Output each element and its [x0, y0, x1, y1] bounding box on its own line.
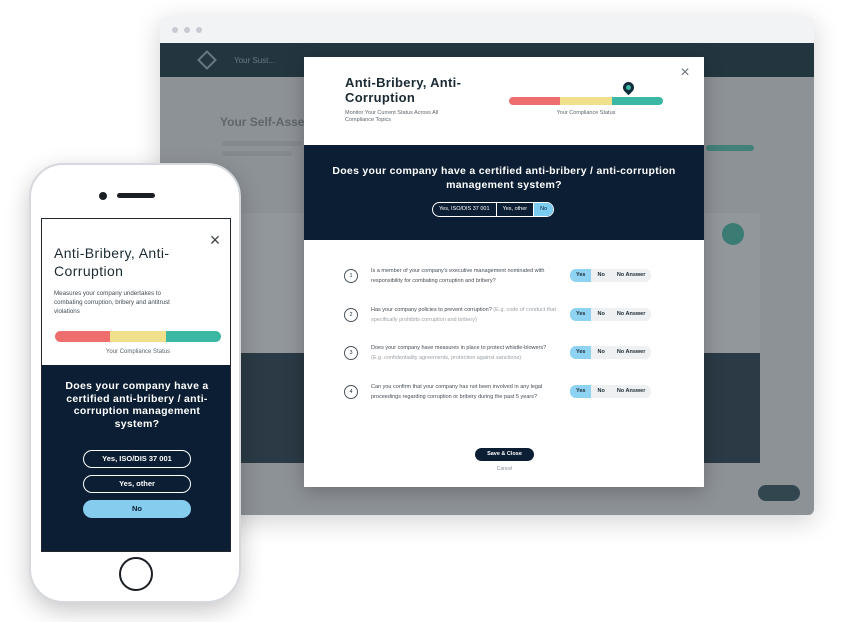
answer-toggle: Yes No No Answer — [570, 385, 652, 398]
yes-option[interactable]: Yes — [570, 385, 592, 398]
mockup-stage: Your Sust... Your Self-Asse... × Anti-Br… — [0, 0, 846, 622]
question-text: Has your company policies to prevent cor… — [371, 307, 556, 323]
phone-device: × Anti-Bribery, Anti-Corruption Measures… — [29, 163, 241, 603]
yes-option[interactable]: Yes — [570, 346, 592, 359]
cancel-link[interactable]: Cancel — [475, 466, 534, 472]
status-segment-red — [55, 331, 111, 342]
no-option[interactable]: No — [591, 269, 610, 282]
browser-toolbar — [160, 17, 814, 43]
answer-yes-other-button[interactable]: Yes, other — [497, 203, 535, 216]
status-segment-yellow — [110, 331, 166, 342]
answer-yes-iso-button[interactable]: Yes, ISO/DIS 37 001 — [83, 450, 191, 468]
yes-option[interactable]: Yes — [570, 269, 592, 282]
status-segment-red — [509, 97, 561, 105]
no-option[interactable]: No — [591, 385, 610, 398]
answer-toggle: Yes No No Answer — [570, 269, 652, 282]
speaker-grille — [117, 193, 155, 198]
compliance-status-label: Your Compliance Status — [105, 349, 171, 355]
main-question: Does your company have a certified anti-… — [332, 165, 676, 191]
window-dot[interactable] — [172, 27, 178, 33]
answer-no-button[interactable]: No — [534, 203, 554, 216]
modal-title: Anti-Bribery, Anti-Corruption — [345, 75, 462, 105]
phone-screen: × Anti-Bribery, Anti-Corruption Measures… — [41, 218, 231, 552]
compliance-status-bar — [509, 97, 663, 105]
answer-yes-iso-button[interactable]: Yes, ISO/DIS 37 001 — [433, 203, 497, 216]
answer-yes-other-button[interactable]: Yes, other — [83, 475, 191, 493]
camera-icon — [99, 192, 107, 200]
no-answer-option[interactable]: No Answer — [611, 346, 652, 359]
status-segment-teal — [165, 331, 221, 342]
question-number: 4 — [344, 385, 358, 399]
compliance-status-bar — [55, 331, 221, 342]
home-button[interactable] — [119, 557, 153, 591]
modal-header: Anti-Bribery, Anti-Corruption Monitor Yo… — [304, 57, 704, 145]
list-item: 2 Has your company policies to prevent c… — [344, 306, 674, 340]
mobile-question: Does your company have a certified anti-… — [65, 380, 209, 430]
window-dot[interactable] — [196, 27, 202, 33]
status-segment-yellow — [560, 97, 612, 105]
no-answer-option[interactable]: No Answer — [611, 308, 652, 321]
yes-option[interactable]: Yes — [570, 308, 592, 321]
answer-toggle: Yes No No Answer — [570, 308, 652, 321]
question-number: 2 — [344, 308, 358, 322]
question-text: Does your company have measures in place… — [371, 345, 547, 361]
question-number: 1 — [344, 269, 358, 283]
list-item: 1 Is a member of your company's executiv… — [344, 267, 674, 301]
location-pin-icon — [620, 79, 637, 96]
list-item: 4 Can you confirm that your company has … — [344, 383, 674, 417]
question-text: Can you confirm that your company has no… — [371, 384, 543, 400]
answer-toggle: Yes No No Answer — [570, 346, 652, 359]
mobile-question-panel: Does your company have a certified anti-… — [42, 365, 230, 551]
no-option[interactable]: No — [591, 308, 610, 321]
compliance-status-label: Your Compliance Status — [556, 110, 616, 116]
close-icon[interactable]: × — [208, 231, 222, 249]
mobile-subtitle: Measures your company undertakes to comb… — [54, 290, 170, 315]
window-dot[interactable] — [184, 27, 190, 33]
question-number: 3 — [344, 346, 358, 360]
no-option[interactable]: No — [591, 346, 610, 359]
question-text: Is a member of your company's executive … — [371, 268, 545, 284]
modal-subtitle: Monitor Your Current Status Across All C… — [345, 110, 439, 123]
save-close-button[interactable]: Save & Close — [475, 448, 534, 461]
mobile-title: Anti-Bribery, Anti-Corruption — [54, 245, 170, 279]
no-answer-option[interactable]: No Answer — [611, 269, 652, 282]
main-answer-selector: Yes, ISO/DIS 37 001 Yes, other No — [432, 202, 555, 217]
question-hint: (E.g. confidentiality agreements, protec… — [371, 354, 522, 361]
compliance-modal: × Anti-Bribery, Anti-Corruption Monitor … — [304, 57, 704, 487]
main-question-panel: Does your company have a certified anti-… — [304, 145, 704, 240]
answer-no-button[interactable]: No — [83, 500, 191, 518]
list-item: 3 Does your company have measures in pla… — [344, 344, 674, 378]
no-answer-option[interactable]: No Answer — [611, 385, 652, 398]
status-segment-teal — [611, 97, 663, 105]
